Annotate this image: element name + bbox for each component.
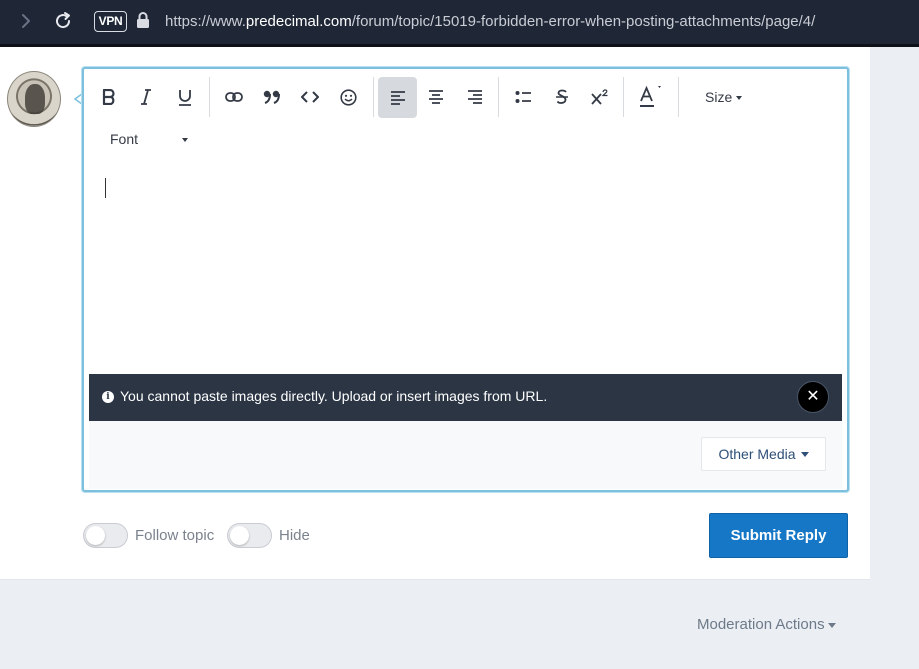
hide-label[interactable]: Hide (279, 527, 310, 544)
address-bar[interactable]: https://www.predecimal.com/forum/topic/1… (165, 13, 815, 30)
avatar[interactable] (7, 71, 61, 127)
browser-toolbar: VPN https://www.predecimal.com/forum/top… (0, 0, 919, 47)
moderation-actions-dropdown[interactable]: Moderation Actions (697, 616, 836, 633)
quote-button[interactable] (260, 79, 284, 115)
align-right-button[interactable] (463, 79, 487, 115)
code-icon (301, 91, 319, 103)
toolbar-separator (209, 77, 210, 117)
paste-warning-message: You cannot paste images directly. Upload… (120, 388, 548, 404)
chevron-down-icon (736, 96, 743, 101)
moderation-actions-label: Moderation Actions (697, 616, 825, 633)
toolbar-separator (623, 77, 624, 117)
toolbar-separator (373, 77, 374, 117)
url-path: /forum/topic/15019-forbidden-error-when-… (351, 13, 816, 30)
bullet-list-icon (515, 91, 531, 103)
strikethrough-button[interactable] (550, 79, 574, 115)
follow-topic-toggle[interactable] (83, 523, 128, 548)
link-icon (225, 92, 243, 102)
link-button[interactable] (222, 79, 246, 115)
toolbar-separator (498, 77, 499, 117)
align-center-button[interactable] (424, 79, 448, 115)
align-right-icon (468, 90, 482, 104)
chevron-down-icon (182, 138, 189, 143)
font-family-label: Font (110, 131, 139, 147)
underline-icon (179, 89, 191, 106)
strikethrough-icon (556, 89, 568, 104)
page-margin (870, 47, 919, 580)
lock-icon[interactable] (136, 11, 150, 29)
superscript-icon (591, 89, 608, 105)
quote-icon (263, 90, 280, 104)
align-left-button[interactable] (378, 77, 417, 118)
emoji-button[interactable] (336, 79, 360, 115)
toggle-knob (86, 526, 105, 545)
url-host: predecimal.com (245, 13, 352, 30)
forward-icon[interactable] (16, 11, 36, 31)
bold-icon (102, 89, 115, 105)
text-cursor (105, 178, 106, 198)
hide-toggle[interactable] (227, 523, 272, 548)
text-color-icon (640, 85, 661, 107)
align-left-icon (390, 90, 405, 105)
vpn-badge[interactable]: VPN (94, 11, 127, 32)
font-family-dropdown[interactable]: Font (110, 131, 189, 147)
editor-footer: Other Media (89, 421, 842, 489)
other-media-label: Other Media (718, 446, 796, 462)
smiley-icon (339, 88, 357, 106)
text-color-button[interactable] (636, 79, 666, 115)
chevron-down-icon (800, 451, 809, 457)
url-prefix: https://www. (165, 13, 246, 30)
other-media-button[interactable]: Other Media (701, 437, 826, 471)
font-size-label: Size (705, 89, 733, 105)
code-button[interactable] (298, 79, 322, 115)
bold-button[interactable] (98, 79, 120, 115)
submit-reply-button[interactable]: Submit Reply (709, 513, 848, 558)
superscript-button[interactable] (588, 79, 612, 115)
info-icon: i (102, 391, 114, 403)
bullet-list-button[interactable] (511, 79, 535, 115)
toolbar-separator (678, 77, 679, 117)
toggle-knob (230, 526, 249, 545)
italic-button[interactable] (136, 79, 156, 115)
font-size-dropdown[interactable]: Size (705, 89, 743, 105)
chevron-down-icon (827, 622, 836, 628)
reload-icon[interactable] (52, 10, 74, 32)
reply-editor[interactable]: Size Font i You cannot paste images dire… (82, 67, 849, 492)
paste-warning-banner: i You cannot paste images directly. Uplo… (89, 374, 842, 421)
underline-button[interactable] (174, 79, 196, 115)
italic-icon (141, 89, 151, 105)
align-center-icon (429, 90, 443, 104)
close-notice-button[interactable]: ✕ (797, 381, 829, 413)
avatar-portrait (25, 84, 45, 114)
follow-topic-label[interactable]: Follow topic (135, 527, 214, 544)
